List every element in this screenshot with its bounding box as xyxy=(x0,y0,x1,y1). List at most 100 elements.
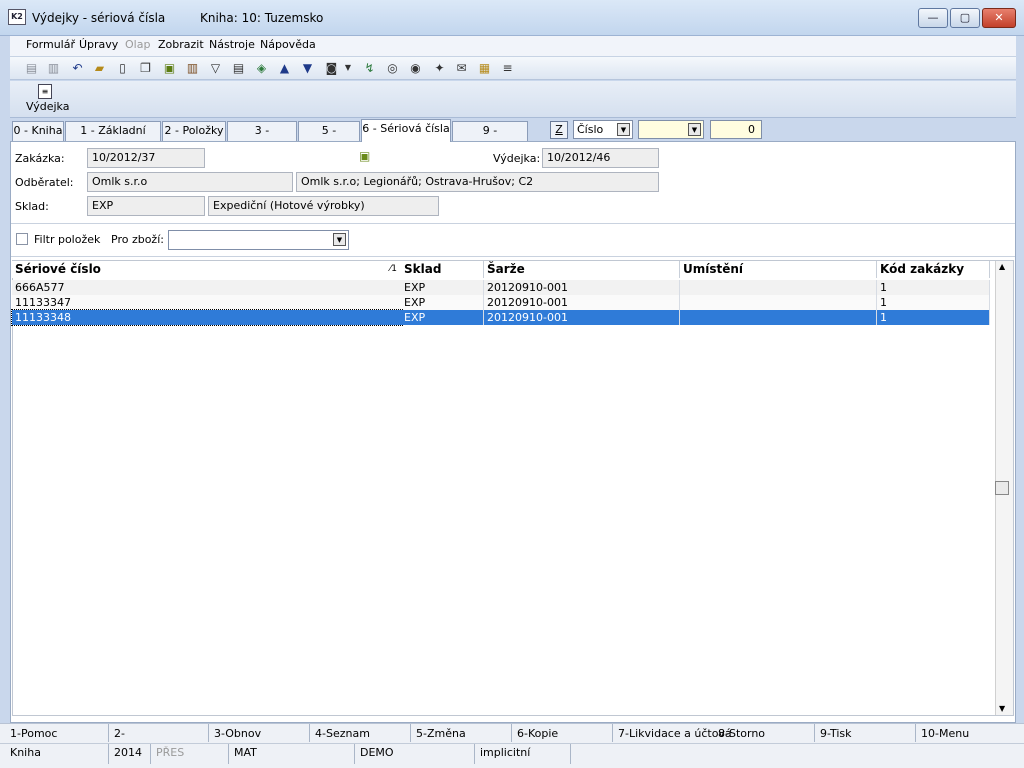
document-icon[interactable]: ≡ xyxy=(38,84,52,99)
cell-sklad[interactable]: EXP xyxy=(401,280,484,295)
stack-icon[interactable]: ◈ xyxy=(253,60,270,76)
close-button[interactable]: ✕ xyxy=(982,8,1016,28)
filter-icon[interactable]: ▽ xyxy=(207,60,224,76)
arrow-down-icon[interactable]: ▼ xyxy=(299,60,316,76)
tab-zakladni-udaje[interactable]: 1 - Základní údaje xyxy=(65,121,161,155)
copy-icon[interactable]: ❐ xyxy=(137,60,154,76)
tab-likvidace[interactable]: 3 - Likvidace xyxy=(227,121,297,155)
odberatel-code-field[interactable]: Omlk s.r.o xyxy=(87,172,293,192)
find-next-icon[interactable]: ◉ xyxy=(407,60,424,76)
serial-grid xyxy=(12,260,1014,716)
scroll-down-icon[interactable]: ▼ xyxy=(999,704,1005,713)
zakazka-field[interactable]: 10/2012/37 xyxy=(87,148,205,168)
column-header-kod-zakazky[interactable]: Kód zakázky xyxy=(877,261,990,278)
chevron-down-icon[interactable]: ▼ xyxy=(688,123,701,136)
cell-umisteni[interactable] xyxy=(680,295,877,310)
cell-serial[interactable]: 666A577 xyxy=(12,280,402,295)
column-header-sklad[interactable]: Sklad xyxy=(401,261,484,278)
fkey-menu[interactable]: 10-Menu xyxy=(921,727,969,740)
fkey-obnov[interactable]: 3-Obnov xyxy=(214,727,261,740)
new-document-icon[interactable]: ▯ xyxy=(114,60,131,76)
z-button[interactable]: Z xyxy=(550,121,568,139)
save-icon[interactable]: ▤ xyxy=(23,60,40,76)
big-button-bar xyxy=(10,81,1016,118)
undo-icon[interactable]: ↶ xyxy=(69,60,86,76)
column-header-sarze[interactable]: Šarže xyxy=(484,261,680,278)
mail-icon[interactable]: ✉ xyxy=(453,60,470,76)
filtr-checkbox[interactable] xyxy=(16,233,28,245)
menu-nastroje[interactable]: Nástroje xyxy=(209,38,255,51)
fkey-pomoc[interactable]: 1-Pomoc xyxy=(10,727,57,740)
divider xyxy=(208,724,209,742)
status-user: MAT xyxy=(234,746,257,759)
zakazka-label: Zakázka: xyxy=(15,152,65,165)
tab-seriova-cisla[interactable]: 6 - Sériová čísla xyxy=(361,119,451,142)
minimize-button[interactable]: — xyxy=(918,8,948,28)
menu-formular[interactable]: Formulář xyxy=(26,38,75,51)
tab-dokumenty[interactable]: 9 - Dokumenty xyxy=(452,121,528,155)
menu-zobrazit[interactable]: Zobrazit xyxy=(158,38,204,51)
divider xyxy=(11,223,1015,224)
cell-serial[interactable]: 11133348 xyxy=(11,309,403,326)
cell-kod-zakazky[interactable]: 1 xyxy=(877,310,990,325)
fkey-zmena[interactable]: 5-Změna xyxy=(416,727,466,740)
maximize-button[interactable]: ▢ xyxy=(950,8,980,28)
padlock-icon: ▣ xyxy=(359,149,371,163)
cell-umisteni[interactable] xyxy=(680,310,877,325)
fkey-seznam[interactable]: 4-Seznam xyxy=(315,727,370,740)
camera-icon[interactable]: ◙ xyxy=(323,60,340,76)
search-field-value: Číslo xyxy=(577,123,604,136)
scroll-up-icon[interactable]: ▲ xyxy=(999,262,1005,271)
cell-sarze[interactable]: 20120910-001 xyxy=(484,310,680,325)
search-value-select[interactable]: ▼ xyxy=(638,120,704,139)
cell-sarze[interactable]: 20120910-001 xyxy=(484,295,680,310)
scroll-thumb[interactable] xyxy=(995,481,1009,495)
fkey-storno[interactable]: 8-Storno xyxy=(718,727,765,740)
vydejka-field[interactable]: 10/2012/46 xyxy=(542,148,659,168)
sklad-name-field[interactable]: Expediční (Hotové výrobky) xyxy=(208,196,439,216)
fkey-kopie[interactable]: 6-Kopie xyxy=(517,727,558,740)
notes-icon[interactable]: ▦ xyxy=(476,60,493,76)
cell-sklad[interactable]: EXP xyxy=(401,310,484,325)
tab-kniha[interactable]: 0 - Kniha xyxy=(12,121,64,141)
menu-napoveda[interactable]: Nápověda xyxy=(260,38,316,51)
pro-zbozi-select[interactable]: ▼ xyxy=(168,230,349,250)
tab-doklady[interactable]: 5 - Doklady xyxy=(298,121,360,155)
cell-umisteni[interactable] xyxy=(680,280,877,295)
cell-serial[interactable]: 11133347 xyxy=(12,295,402,310)
divider xyxy=(511,724,512,742)
divider xyxy=(228,744,229,764)
cell-sklad[interactable]: EXP xyxy=(401,295,484,310)
filter-list-icon[interactable]: ▤ xyxy=(230,60,247,76)
cell-sarze[interactable]: 20120910-001 xyxy=(484,280,680,295)
binoculars-icon[interactable]: ◎ xyxy=(384,60,401,76)
open-folder-icon[interactable]: ▰ xyxy=(91,60,108,76)
column-header-umisteni[interactable]: Umístění xyxy=(680,261,877,278)
lock-icon[interactable]: ▣ xyxy=(161,60,178,76)
cell-kod-zakazky[interactable]: 1 xyxy=(877,280,990,295)
fkey-2[interactable]: 2- xyxy=(114,727,125,740)
refresh-check-icon[interactable]: ↯ xyxy=(361,60,378,76)
status-implicit: implicitní xyxy=(480,746,531,759)
sklad-code-field[interactable]: EXP xyxy=(87,196,205,216)
chevron-down-icon[interactable]: ▼ xyxy=(333,233,346,246)
fkey-tisk[interactable]: 9-Tisk xyxy=(820,727,852,740)
search-field-select[interactable]: Číslo ▼ xyxy=(573,120,633,139)
save-all-icon[interactable]: ▥ xyxy=(45,60,62,76)
dropdown-icon[interactable]: ▼ xyxy=(343,60,353,76)
menu-upravy[interactable]: Úpravy xyxy=(79,38,118,51)
app-logo-icon: K2 xyxy=(8,9,26,25)
tools-icon[interactable]: ✦ xyxy=(431,60,448,76)
divider xyxy=(11,256,1015,257)
odberatel-address-field[interactable]: Omlk s.r.o; Legionářů; Ostrava-Hrušov; C… xyxy=(296,172,659,192)
book-icon[interactable]: ▥ xyxy=(184,60,201,76)
vydejka-button[interactable]: Výdejka xyxy=(26,100,69,113)
column-header-serial[interactable]: Sériové číslo ⁄1 xyxy=(12,261,402,278)
chevron-down-icon[interactable]: ▼ xyxy=(617,123,630,136)
fkey-likvidace[interactable]: 7-Likvidace a účtová xyxy=(618,727,732,740)
menu-olap: Olap xyxy=(125,38,151,51)
tab-polozky[interactable]: 2 - Položky xyxy=(162,121,226,141)
cell-kod-zakazky[interactable]: 1 xyxy=(877,295,990,310)
menu-lines-icon[interactable]: ≡ xyxy=(499,60,516,76)
arrow-up-icon[interactable]: ▲ xyxy=(276,60,293,76)
